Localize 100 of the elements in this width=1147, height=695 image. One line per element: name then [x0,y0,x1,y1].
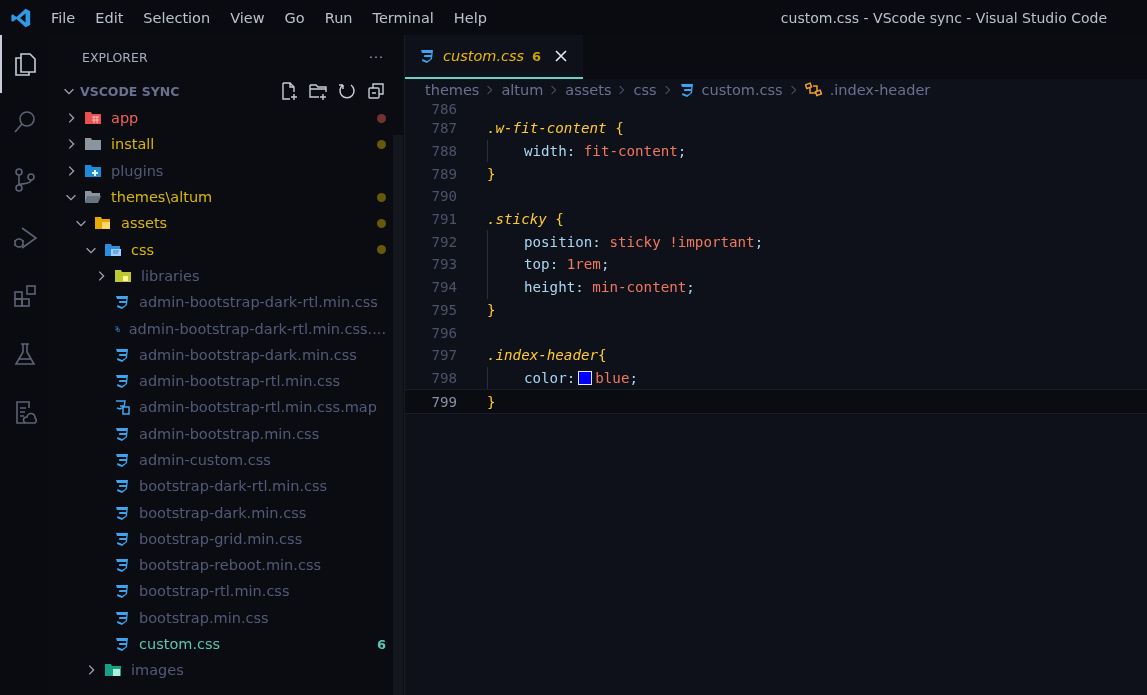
tree-item[interactable]: bootstrap-dark-rtl.min.css [48,473,404,500]
css-file-icon [114,557,130,574]
tree-item[interactable]: admin-custom.css [48,446,404,474]
line-number: 797 [430,347,457,364]
tree-item[interactable]: bootstrap-grid.min.css [48,525,404,553]
tree-item[interactable]: admin-bootstrap-dark-rtl.min.css [48,289,404,316]
folder-icon [84,162,102,179]
menu-item[interactable]: Terminal [372,9,434,26]
file-name: admin-bootstrap-rtl.min.css.map [139,399,377,416]
workspace-title[interactable]: VSCODE SYNC [80,83,180,99]
breadcrumb[interactable]: themes [425,82,480,98]
breadcrumb[interactable]: css [633,82,657,98]
collapse-all-icon[interactable] [366,81,386,101]
chevron-right-icon [663,83,672,97]
breadcrumb[interactable]: assets [565,82,612,98]
menu-item[interactable]: File [51,9,76,26]
new-folder-icon[interactable] [308,81,328,101]
folder-icon [84,136,102,153]
menu-item[interactable]: Run [324,9,353,26]
tree-item[interactable]: themes\altum [48,183,404,211]
line-number: 799 [430,393,457,410]
css-file-icon [419,48,435,64]
tree-item[interactable]: admin-bootstrap-dark-rtl.min.css.... [48,315,404,342]
line-number: 798 [430,369,457,386]
css-file-icon [114,425,130,442]
menu-item[interactable]: Edit [95,9,124,26]
menu-item[interactable]: Selection [143,9,211,26]
line-number: 793 [430,256,457,273]
code-token: : [592,233,602,250]
file-name: admin-bootstrap-rtl.min.css [139,373,341,390]
code-token: : [575,279,585,296]
css-file-icon [114,583,130,600]
chevron-right-icon [789,83,798,97]
css-file-icon [114,478,130,495]
code-token: } [487,393,496,410]
tree-item[interactable]: admin-bootstrap-rtl.min.css.map [48,394,404,421]
problem-count: 6 [376,636,386,652]
file-name: bootstrap-dark-rtl.min.css [139,478,328,495]
code-token: : [549,256,560,273]
tree-item[interactable]: bootstrap-dark.min.css [48,499,404,526]
tree-item[interactable]: assets [48,210,404,237]
tree-item[interactable]: admin-bootstrap-rtl.min.css [48,367,404,395]
breadcrumb[interactable]: .index-header [829,82,931,98]
file-name: css [131,241,155,258]
line-number: 789 [430,165,457,182]
tree-item[interactable]: custom.css 6 [48,630,404,658]
code-token: top [524,256,550,273]
color-swatch[interactable] [578,370,593,385]
folder-icon [84,110,102,127]
code-token: 1rem [566,256,601,273]
close-icon[interactable] [555,50,568,62]
tree-item[interactable]: install [48,131,404,158]
tree-item[interactable]: bootstrap-rtl.min.css [48,578,404,605]
chevron-right-icon [486,83,495,97]
file-name: libraries [141,267,200,284]
tree-item[interactable]: app [48,105,404,132]
code-token: blue [595,369,630,386]
file-name: app [111,110,139,127]
file-name: install [111,136,155,153]
file-name: admin-bootstrap-dark.min.css [139,346,357,363]
css-file-icon [678,82,695,98]
line-number: 790 [430,188,457,205]
folder-icon [104,241,122,258]
new-file-icon[interactable] [279,81,299,101]
code-token: sticky !important [609,233,755,250]
menu-item[interactable]: View [230,9,265,26]
window-title: custom.css - VScode sync - Visual Studio Code [780,9,1107,26]
code-token: ; [686,279,695,296]
file-name: bootstrap-dark.min.css [139,504,307,521]
file-name: plugins [111,162,164,179]
line-number: 792 [430,233,457,250]
editor-tab[interactable]: custom.css 6 [405,35,584,79]
line-number: 787 [430,120,457,137]
menu-item[interactable]: Help [453,9,487,26]
menu-item[interactable]: Go [284,9,305,26]
folder-icon [84,189,102,206]
more-actions-button[interactable]: ··· [369,49,384,65]
code-token: .sticky [487,211,547,228]
code-token: height [524,279,576,296]
tree-item[interactable]: bootstrap-reboot.min.css [48,552,404,579]
tree-item[interactable]: images [48,657,404,684]
tree-item[interactable]: libraries [48,262,404,290]
code-token: position [524,233,593,250]
breadcrumb[interactable]: altum [501,82,544,98]
code-token: color [524,369,567,386]
line-number: 791 [430,211,457,228]
code-token: ; [629,369,638,386]
tree-item[interactable]: admin-bootstrap-dark.min.css [48,341,404,368]
problem-count: 6 [532,48,542,64]
tree-item[interactable]: plugins [48,157,404,184]
tree-item[interactable]: admin-bootstrap.min.css [48,420,404,447]
tree-item[interactable]: bootstrap.min.css [48,604,404,631]
css-file-icon [114,346,130,363]
tree-item[interactable]: css [48,236,404,263]
app-logo-icon [10,6,32,29]
file-name: assets [121,215,168,232]
code-token: ; [754,233,764,250]
refresh-icon[interactable] [337,81,357,101]
breadcrumb[interactable]: custom.css [701,82,783,98]
code-token: { [614,120,624,137]
